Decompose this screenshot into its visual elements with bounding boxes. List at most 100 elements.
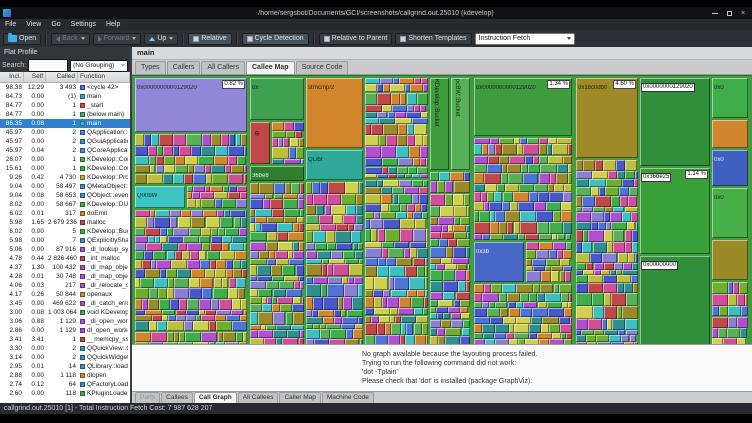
treemap-cell[interactable] xyxy=(135,268,145,279)
treemap-block[interactable]: Q00bW xyxy=(135,186,185,208)
treemap-cell[interactable] xyxy=(135,243,146,251)
treemap-cell[interactable] xyxy=(612,229,625,243)
treemap-cell[interactable] xyxy=(412,258,426,267)
treemap-cell[interactable] xyxy=(185,331,201,342)
treemap-cell[interactable] xyxy=(376,83,383,93)
treemap-cell[interactable] xyxy=(495,323,509,333)
treemap-cell[interactable] xyxy=(505,210,520,223)
treemap-cell[interactable] xyxy=(341,194,356,206)
treemap-cell[interactable] xyxy=(333,309,342,317)
treemap-cell[interactable] xyxy=(463,172,470,181)
treemap-cell[interactable] xyxy=(540,271,552,282)
treemap-cell[interactable] xyxy=(608,335,621,343)
treemap-cell[interactable] xyxy=(328,182,346,194)
treemap-cell[interactable] xyxy=(423,134,428,147)
treemap-cell[interactable] xyxy=(204,164,211,174)
treemap-cell[interactable] xyxy=(205,217,221,228)
treemap-cell[interactable] xyxy=(228,173,244,184)
treemap-cell[interactable] xyxy=(162,146,173,156)
treemap-cell[interactable] xyxy=(373,297,382,308)
treemap-cell[interactable] xyxy=(193,320,209,332)
treemap-cell[interactable] xyxy=(490,234,503,240)
treemap-cell[interactable] xyxy=(400,229,414,242)
treemap-cell[interactable] xyxy=(148,156,157,165)
treemap-cell[interactable] xyxy=(389,266,405,278)
treemap-cell[interactable] xyxy=(156,259,172,269)
treemap-cell[interactable] xyxy=(379,315,390,323)
treemap-cell[interactable] xyxy=(424,277,428,290)
treemap-cell[interactable] xyxy=(306,317,323,324)
treemap-cell[interactable] xyxy=(722,338,737,344)
treemap-cell[interactable] xyxy=(623,263,633,270)
treemap-cell[interactable] xyxy=(365,334,376,344)
menu-item-settings[interactable]: Settings xyxy=(66,19,101,30)
treemap-cell[interactable] xyxy=(560,201,572,211)
treemap-cell[interactable] xyxy=(718,305,729,317)
treemap-cell[interactable] xyxy=(613,263,624,270)
table-row[interactable]: 3.00 0.08 1 003 064 void KDevelop::remov xyxy=(0,308,130,317)
treemap-cell[interactable] xyxy=(609,212,623,223)
treemap-cell[interactable] xyxy=(314,243,327,251)
treemap-cell[interactable] xyxy=(170,217,178,228)
treemap-cell[interactable] xyxy=(624,318,638,330)
treemap-cell[interactable] xyxy=(354,250,363,259)
treemap-cell[interactable] xyxy=(517,201,535,211)
treemap-cell[interactable] xyxy=(210,228,218,237)
treemap-cell[interactable] xyxy=(616,274,632,283)
treemap-cell[interactable] xyxy=(354,224,363,231)
treemap-cell[interactable] xyxy=(191,146,201,156)
treemap-cell[interactable] xyxy=(175,156,185,165)
treemap-cell[interactable] xyxy=(212,288,229,300)
treemap-cell[interactable] xyxy=(285,130,296,139)
treemap-cell[interactable] xyxy=(500,172,508,185)
treemap-cell[interactable] xyxy=(502,191,514,202)
treemap-cell[interactable] xyxy=(199,191,214,200)
treemap-cell[interactable] xyxy=(542,316,559,324)
treemap-cell[interactable] xyxy=(576,160,583,171)
treemap-cell[interactable] xyxy=(285,312,293,325)
event-type-select[interactable]: Instruction Fetch xyxy=(474,32,575,45)
treemap-cell[interactable] xyxy=(633,282,638,294)
treemap-cell[interactable] xyxy=(250,183,259,194)
treemap-cell[interactable] xyxy=(255,216,268,224)
treemap-cell[interactable] xyxy=(586,263,594,270)
treemap-cell[interactable] xyxy=(498,222,508,235)
treemap-cell[interactable] xyxy=(228,191,240,200)
dock-title[interactable]: Flat Profile xyxy=(0,47,130,59)
treemap-cell[interactable] xyxy=(135,146,148,156)
treemap-cell[interactable] xyxy=(430,336,439,344)
treemap-cell[interactable] xyxy=(576,282,589,294)
treemap-cell[interactable] xyxy=(453,180,470,194)
treemap-cell[interactable] xyxy=(297,216,304,224)
treemap-cell[interactable] xyxy=(611,342,624,344)
treemap-cell[interactable] xyxy=(408,166,417,174)
treemap-cell[interactable] xyxy=(635,222,638,230)
table-row[interactable]: 9.26 0.42 4 730 KDevelop::ProjectContr xyxy=(0,173,130,182)
table-row[interactable]: 2.86 0.00 1 129 dl_open_worker xyxy=(0,326,130,335)
treemap-cell[interactable] xyxy=(191,217,206,228)
treemap-cell[interactable] xyxy=(515,316,531,324)
treemap-cell[interactable] xyxy=(184,173,193,184)
treemap-cell[interactable] xyxy=(306,215,319,225)
treemap-cell[interactable] xyxy=(576,263,587,270)
treemap-cell[interactable] xyxy=(407,134,415,147)
treemap-cell[interactable] xyxy=(484,172,501,185)
treemap-cell[interactable] xyxy=(258,312,274,325)
treemap-cell[interactable] xyxy=(474,144,482,156)
treemap-cell[interactable] xyxy=(271,303,280,313)
treemap-cell[interactable] xyxy=(144,228,160,237)
treemap-cell[interactable] xyxy=(474,155,489,164)
treemap-cell[interactable] xyxy=(135,288,150,300)
treemap-cell[interactable] xyxy=(616,282,625,294)
treemap-cell[interactable] xyxy=(356,215,363,225)
treemap-cell[interactable] xyxy=(345,339,360,344)
treemap-cell[interactable] xyxy=(183,320,194,332)
treemap-cell[interactable] xyxy=(292,312,304,325)
treemap-cell[interactable] xyxy=(576,187,592,196)
treemap-cell[interactable] xyxy=(507,163,521,173)
treemap-cell[interactable] xyxy=(587,342,597,344)
treemap-cell[interactable] xyxy=(238,228,247,237)
table-row[interactable]: 3.41 3.41 1 __memcpy_sse2 xyxy=(0,335,130,344)
treemap-cell[interactable] xyxy=(172,228,190,237)
treemap-cell[interactable] xyxy=(166,250,176,260)
